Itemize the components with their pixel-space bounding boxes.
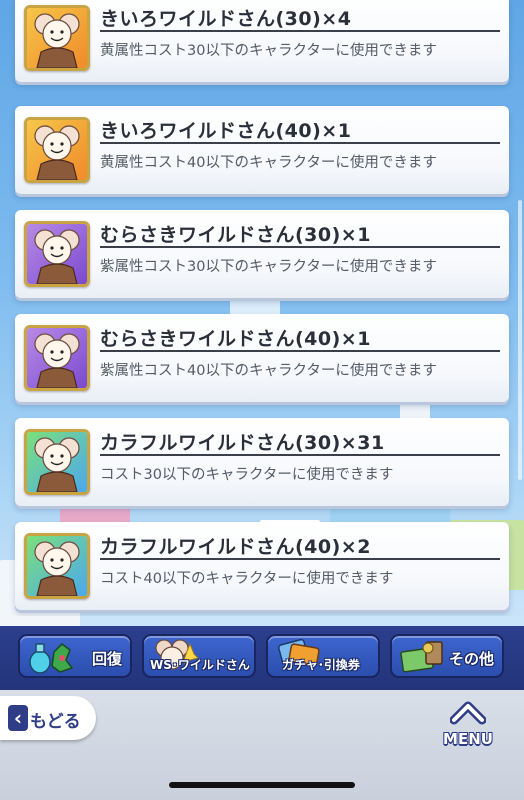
scrollbar[interactable] [518,200,522,480]
wild-character-icon [24,429,90,495]
item-title: カラフルワイルドさん(40)×2 [100,532,500,560]
tab-recovery[interactable]: 回復 [18,634,132,678]
menu-button[interactable]: MENU [418,692,518,756]
item-description: 紫属性コスト40以下のキャラクターに使用できます [100,363,437,379]
item-description: コスト30以下のキャラクターに使用できます [100,467,394,483]
potion-herb-icon [29,643,74,674]
tab-ws-wild[interactable]: WS･ワイルドさん [142,634,256,678]
item-description: コスト40以下のキャラクターに使用できます [100,571,394,587]
item-list[interactable]: きいろワイルドさん(30)×4 黄属性コスト30以下のキャラクターに使用できますき… [0,0,524,616]
tab-ws-wild-label: WS･ワイルドさん [150,658,250,672]
wild-character-icon [24,533,90,599]
item-card[interactable]: カラフルワイルドさん(30)×31 コスト30以下のキャラクターに使用できます [15,418,509,506]
tab-recovery-label: 回復 [91,650,122,668]
item-card[interactable]: きいろワイルドさん(30)×4 黄属性コスト30以下のキャラクターに使用できます [15,0,509,82]
item-title: カラフルワイルドさん(30)×31 [100,428,500,456]
item-card[interactable]: むらさきワイルドさん(30)×1 紫属性コスト30以下のキャラクターに使用できます [15,210,509,298]
back-button[interactable]: ‹ もどる [0,696,96,740]
item-title: むらさきワイルドさん(30)×1 [100,220,500,248]
wild-character-icon [24,117,90,183]
wild-character-icon [24,5,90,71]
item-card[interactable]: きいろワイルドさん(40)×1 黄属性コスト40以下のキャラクターに使用できます [15,106,509,194]
tab-gacha-ticket[interactable]: ガチャ･引換券 [266,634,380,678]
misc-items-icon [400,641,443,673]
category-tab-bar: 回復 WS･ワイルドさん ガチャ･引換券 その他 [0,626,524,690]
item-title: むらさきワイルドさん(40)×1 [100,324,500,352]
chevron-left-icon: ‹ [8,705,28,731]
wild-character-icon [24,325,90,391]
item-description: 黄属性コスト30以下のキャラクターに使用できます [100,43,437,59]
tab-gacha-ticket-label: ガチャ･引換券 [282,658,360,672]
item-card[interactable]: むらさきワイルドさん(40)×1 紫属性コスト40以下のキャラクターに使用できます [15,314,509,402]
item-description: 黄属性コスト40以下のキャラクターに使用できます [100,155,437,171]
chevron-up-icon [450,701,486,725]
home-indicator[interactable] [169,782,355,788]
menu-button-label: MENU [443,730,493,748]
tab-other[interactable]: その他 [390,634,504,678]
item-title: きいろワイルドさん(30)×4 [100,4,500,32]
wild-character-icon [24,221,90,287]
item-card[interactable]: カラフルワイルドさん(40)×2 コスト40以下のキャラクターに使用できます [15,522,509,610]
tab-other-label: その他 [448,650,494,668]
back-button-label: もどる [30,712,81,732]
item-description: 紫属性コスト30以下のキャラクターに使用できます [100,259,437,275]
item-title: きいろワイルドさん(40)×1 [100,116,500,144]
